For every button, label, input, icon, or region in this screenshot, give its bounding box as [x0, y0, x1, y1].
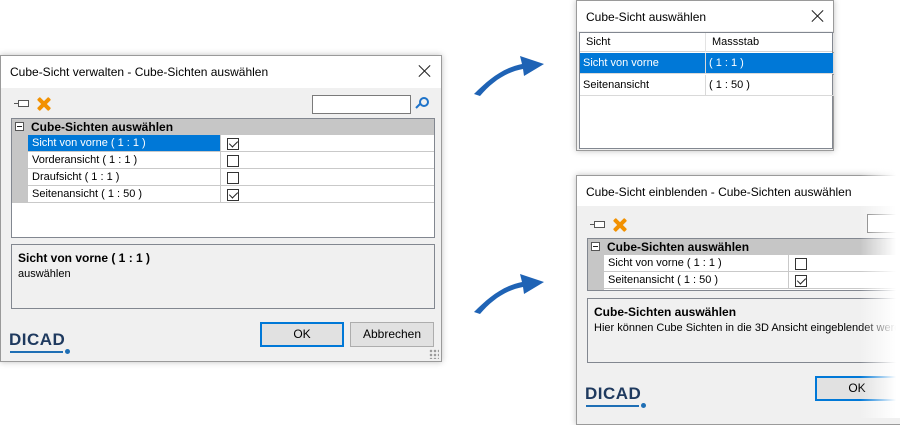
edge-fade: [860, 0, 900, 418]
list-item[interactable]: Seitenansicht ( 1 : 50 ): [604, 272, 900, 289]
view-scale: ( 1 : 50 ): [706, 75, 834, 96]
description-panel: Cube-Sichten auswählen Hier können Cube …: [587, 298, 900, 363]
search-icon[interactable]: [415, 97, 430, 111]
close-icon[interactable]: [416, 62, 434, 80]
checkbox[interactable]: [795, 275, 807, 287]
group-label: Cube-Sichten auswählen: [607, 240, 750, 254]
collapse-icon[interactable]: [15, 122, 24, 131]
dicad-logo: DICAD: [9, 330, 71, 354]
group-header[interactable]: Cube-Sichten auswählen: [12, 119, 434, 135]
views-grid: Cube-Sichten auswählen Sicht von vorne (…: [11, 118, 435, 238]
dialog-show-titlebar: Cube-Sicht einblenden - Cube-Sichten aus…: [577, 176, 900, 206]
views-grid: Cube-Sichten auswählen Sicht von vorne (…: [587, 238, 900, 291]
view-name: Draufsicht ( 1 : 1 ): [28, 169, 221, 186]
description-panel: Sicht von vorne ( 1 : 1 ) auswählen: [11, 244, 435, 309]
view-name: Sicht von vorne ( 1 : 1 ): [28, 135, 221, 152]
list-item[interactable]: Seitenansicht ( 1 : 50 ): [28, 186, 434, 203]
cancel-button[interactable]: Abbrechen: [350, 322, 434, 347]
resize-grip[interactable]: [429, 349, 439, 359]
pin-icon[interactable]: [590, 220, 606, 230]
view-name: Sicht von vorne ( 1 : 1 ): [604, 255, 789, 272]
pin-icon[interactable]: [14, 99, 30, 109]
search-input[interactable]: [312, 95, 411, 114]
arrow-to-show-dialog-icon: [474, 274, 544, 314]
dialog-show-title: Cube-Sicht einblenden - Cube-Sichten aus…: [586, 185, 852, 199]
view-name: Sicht von vorne: [580, 53, 706, 74]
list-item[interactable]: Vorderansicht ( 1 : 1 ): [28, 152, 434, 169]
description-title: Sicht von vorne ( 1 : 1 ): [18, 251, 151, 265]
row-gutter: [588, 255, 604, 290]
checkbox[interactable]: [227, 189, 239, 201]
column-header-sicht[interactable]: Sicht: [580, 33, 706, 52]
dialog-manage-cube-view: Cube-Sicht verwalten - Cube-Sichten ausw…: [0, 55, 442, 362]
group-label: Cube-Sichten auswählen: [31, 120, 174, 134]
checkbox[interactable]: [795, 258, 807, 270]
dialog-select-title: Cube-Sicht auswählen: [586, 10, 707, 24]
view-name: Seitenansicht ( 1 : 50 ): [28, 186, 221, 203]
dicad-logo: DICAD: [585, 384, 647, 408]
checkbox[interactable]: [227, 172, 239, 184]
delete-icon[interactable]: [37, 97, 51, 111]
view-name: Seitenansicht ( 1 : 50 ): [604, 272, 789, 289]
list-header: Sicht Massstab: [580, 33, 834, 52]
list-item[interactable]: Sicht von vorne ( 1 : 1 ): [604, 255, 900, 272]
group-header[interactable]: Cube-Sichten auswählen: [588, 239, 900, 255]
view-name: Seitenansicht: [580, 75, 706, 96]
list-item[interactable]: Draufsicht ( 1 : 1 ): [28, 169, 434, 186]
dialog-manage-titlebar: Cube-Sicht verwalten - Cube-Sichten ausw…: [1, 56, 441, 88]
close-icon[interactable]: [809, 7, 827, 25]
checkbox[interactable]: [227, 138, 239, 150]
collapse-icon[interactable]: [591, 242, 600, 251]
row-gutter: [12, 135, 28, 203]
view-scale: ( 1 : 1 ): [706, 53, 834, 74]
arrow-to-select-dialog-icon: [474, 56, 544, 96]
dialog-select-titlebar: Cube-Sicht auswählen: [577, 1, 833, 31]
description-text: auswählen: [18, 268, 71, 280]
dialog-manage-title: Cube-Sicht verwalten - Cube-Sichten ausw…: [10, 65, 269, 79]
list-item[interactable]: Sicht von vorne ( 1 : 1 ): [580, 53, 834, 74]
dialog-show-cube-view: Cube-Sicht einblenden - Cube-Sichten aus…: [576, 175, 900, 425]
column-header-massstab[interactable]: Massstab: [706, 33, 834, 52]
description-text: Hier können Cube Sichten in die 3D Ansic…: [594, 322, 900, 334]
ok-button[interactable]: OK: [260, 322, 344, 347]
description-title: Cube-Sichten auswählen: [594, 305, 737, 319]
view-name: Vorderansicht ( 1 : 1 ): [28, 152, 221, 169]
dialog-select-cube-view: Cube-Sicht auswählen Sicht Massstab Sich…: [576, 0, 834, 151]
list-item[interactable]: Seitenansicht ( 1 : 50 ): [580, 75, 834, 96]
checkbox[interactable]: [227, 155, 239, 167]
views-list: Sicht Massstab Sicht von vorne ( 1 : 1 )…: [579, 32, 834, 149]
delete-icon[interactable]: [613, 218, 627, 232]
list-item[interactable]: Sicht von vorne ( 1 : 1 ): [28, 135, 434, 152]
